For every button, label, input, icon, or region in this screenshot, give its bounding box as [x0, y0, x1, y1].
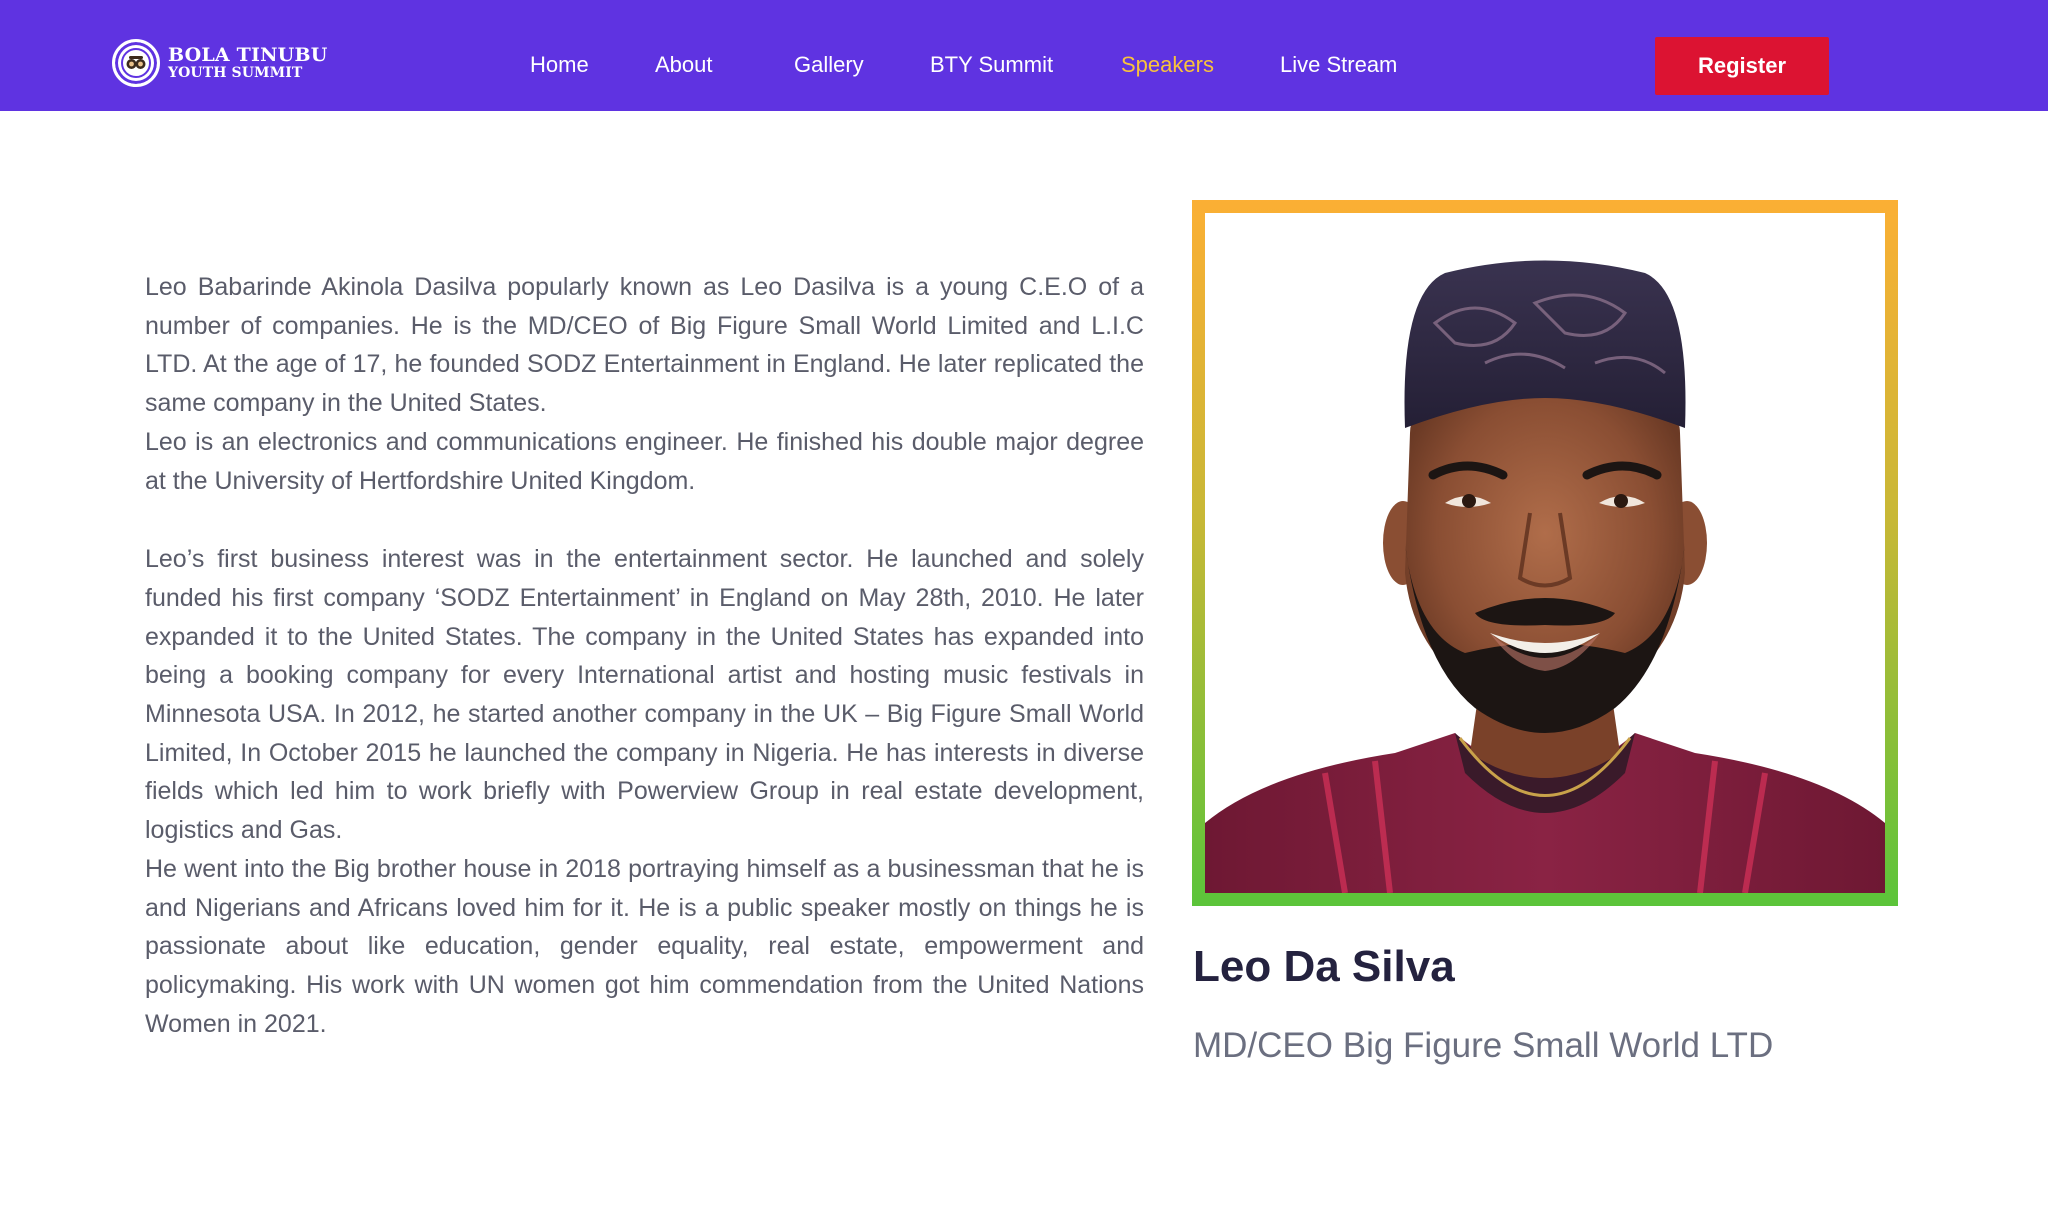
- bio-paragraph: Leo’s first business interest was in the…: [145, 545, 1144, 845]
- nav-speakers[interactable]: Speakers: [1121, 50, 1214, 80]
- top-navbar: BOLA TINUBU YOUTH SUMMIT Home About Gall…: [0, 0, 2048, 111]
- bio-paragraph: He went into the Big brother house in 20…: [145, 854, 1144, 1038]
- logo-wordmark: BOLA TINUBU YOUTH SUMMIT: [168, 44, 328, 81]
- speaker-photo-frame: [1192, 200, 1898, 906]
- bio-paragraph: Leo Babarinde Akinola Dasilva popularly …: [145, 273, 1144, 418]
- speaker-role: MD/CEO Big Figure Small World LTD: [1193, 1026, 1774, 1065]
- nav-about[interactable]: About: [655, 50, 713, 80]
- speaker-bio: Leo Babarinde Akinola Dasilva popularly …: [145, 268, 1144, 1043]
- bio-paragraph: Leo is an electronics and communications…: [145, 427, 1144, 495]
- nav-live-stream[interactable]: Live Stream: [1280, 50, 1397, 80]
- nav-bty-summit[interactable]: BTY Summit: [930, 50, 1053, 80]
- nav-home[interactable]: Home: [530, 50, 589, 80]
- nav-gallery[interactable]: Gallery: [794, 50, 864, 80]
- site-logo[interactable]: BOLA TINUBU YOUTH SUMMIT: [112, 36, 327, 90]
- speaker-portrait-image: [1205, 213, 1885, 893]
- register-button[interactable]: Register: [1655, 37, 1829, 95]
- summit-emblem-icon: [112, 39, 160, 87]
- logo-line-1: BOLA TINUBU: [168, 44, 328, 66]
- speaker-name: Leo Da Silva: [1193, 942, 1455, 991]
- logo-line-2: YOUTH SUMMIT: [168, 65, 303, 81]
